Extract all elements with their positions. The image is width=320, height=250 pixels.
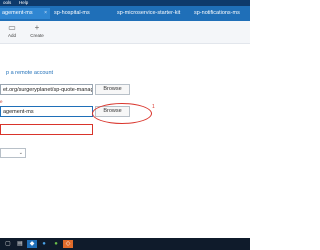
annotation-number: 1 xyxy=(152,104,155,110)
tab-label: agement-ms xyxy=(2,10,33,16)
chrome-icon[interactable]: ● xyxy=(51,240,61,248)
tab-label: sp-notifications-ms xyxy=(194,10,240,16)
task-view-icon[interactable]: ▢ xyxy=(3,240,13,248)
close-icon[interactable]: × xyxy=(44,8,47,19)
plus-icon: + xyxy=(34,23,40,32)
error-field[interactable] xyxy=(0,124,93,135)
file-explorer-icon[interactable]: ▤ xyxy=(15,240,25,248)
chevron-down-icon: ⌄ xyxy=(18,150,23,156)
git-client-icon[interactable]: ◇ xyxy=(63,240,73,248)
annotation-circle xyxy=(92,103,152,124)
tab-label: sp-microservice-starter-kit xyxy=(117,10,181,16)
app-icon[interactable]: ◆ xyxy=(27,240,37,248)
field-label: e xyxy=(0,99,3,104)
toolbar: ▭ Add + Create xyxy=(0,21,250,44)
browser-icon[interactable]: ● xyxy=(39,240,49,248)
add-button[interactable]: ▭ Add xyxy=(2,23,22,38)
tab-notifications[interactable]: sp-notifications-ms xyxy=(192,8,252,19)
browse-button[interactable]: Browse xyxy=(95,84,130,95)
tab-label: sp-hospital-ms xyxy=(54,10,90,16)
repository-path-field[interactable]: et.org/surgeryplanet/sp-quote-manag xyxy=(0,84,93,95)
tab-microservice-starter-kit[interactable]: sp-microservice-starter-kit xyxy=(115,8,189,19)
tab-hospital[interactable]: sp-hospital-ms xyxy=(52,8,110,19)
folder-icon: ▭ xyxy=(8,23,16,32)
tab-quote-management[interactable]: agement-ms × xyxy=(0,8,50,19)
create-button[interactable]: + Create xyxy=(27,23,47,38)
remote-account-link[interactable]: p a remote account xyxy=(6,70,53,76)
name-field[interactable]: agement-ms xyxy=(0,106,93,117)
taskbar: ▢ ▤ ◆ ● ● ◇ xyxy=(0,238,250,250)
tab-bar: agement-ms × sp-hospital-ms sp-microserv… xyxy=(0,6,250,21)
dropdown-select[interactable]: ⌄ xyxy=(0,148,26,158)
